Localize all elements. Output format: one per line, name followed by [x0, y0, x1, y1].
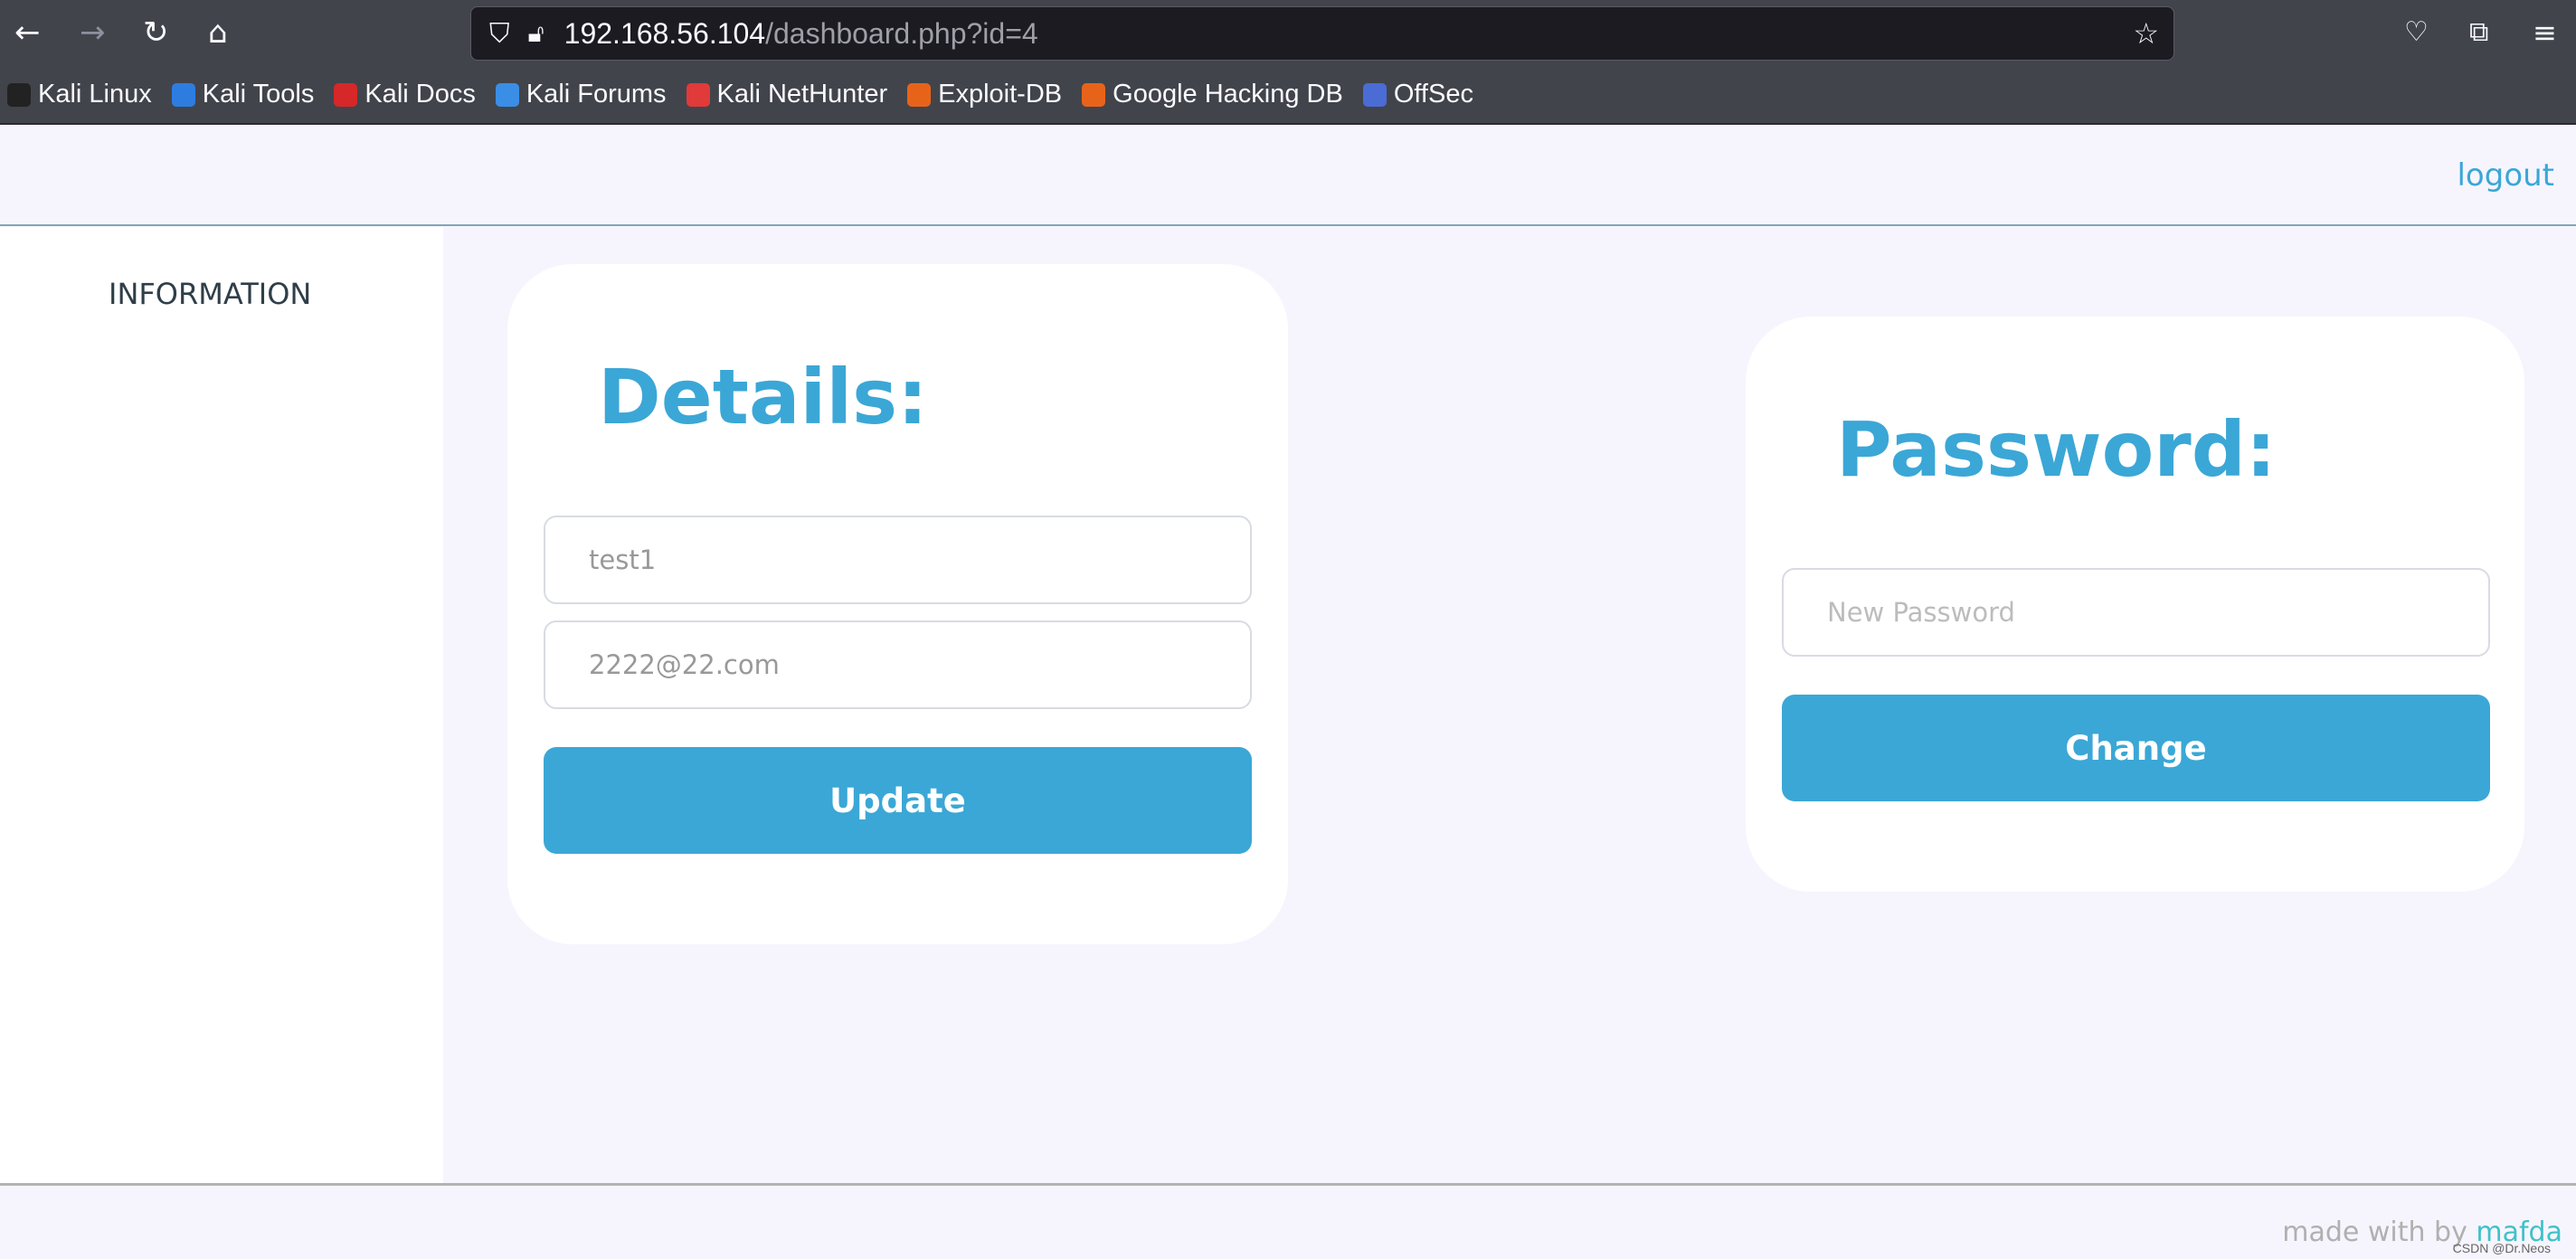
bookmark-item[interactable]: Google Hacking DB [1082, 80, 1343, 109]
bookmark-star-icon[interactable]: ☆ [2133, 16, 2159, 51]
back-icon[interactable]: ← [14, 16, 41, 49]
sidebar: INFORMATION [0, 227, 443, 1184]
new-password-input[interactable] [1782, 568, 2490, 657]
footer-text: made with by [2282, 1216, 2477, 1248]
bookmark-favicon-icon [1082, 82, 1106, 107]
password-title: Password: [1836, 405, 2277, 494]
url-bar[interactable]: ⛉ 🔓︎ 192.168.56.104/dashboard.php?id=4 ☆ [470, 6, 2174, 61]
email-input[interactable] [544, 620, 1252, 709]
page-header: logout [0, 125, 2576, 226]
bookmark-label: OffSec [1393, 80, 1473, 109]
bookmark-item[interactable]: Kali Docs [334, 80, 476, 109]
bookmark-favicon-icon [495, 82, 519, 107]
bookmark-item[interactable]: Exploit-DB [907, 80, 1062, 109]
bookmark-item[interactable]: Kali Forums [495, 80, 667, 109]
bookmark-favicon-icon [334, 82, 358, 107]
footer-divider [0, 1183, 2576, 1186]
bookmark-label: Exploit-DB [938, 80, 1063, 109]
bookmark-item[interactable]: Kali NetHunter [686, 80, 888, 109]
watermark: CSDN @Dr.Neos [2452, 1241, 2551, 1255]
bookmark-favicon-icon [686, 82, 710, 107]
home-icon[interactable]: ⌂ [208, 16, 228, 49]
extensions-icon[interactable]: ⧉ [2469, 16, 2488, 49]
bookmark-label: Kali Docs [365, 80, 476, 109]
bookmark-favicon-icon [1362, 82, 1387, 107]
logout-link[interactable]: logout [2457, 157, 2554, 194]
menu-icon[interactable]: ≡ [2533, 16, 2557, 49]
update-button[interactable]: Update [544, 747, 1252, 854]
bookmark-label: Kali Tools [202, 80, 315, 109]
details-card: Details: Update [507, 264, 1288, 944]
reload-icon[interactable]: ↻ [143, 16, 169, 49]
bookmark-favicon-icon [171, 82, 195, 107]
bookmark-item[interactable]: Kali Tools [171, 80, 315, 109]
bookmark-label: Google Hacking DB [1113, 80, 1343, 109]
bookmark-label: Kali Linux [38, 80, 152, 109]
url-path: /dashboard.php?id=4 [765, 16, 1038, 50]
browser-toolbar: ← → ↻ ⌂ ⛉ 🔓︎ 192.168.56.104/dashboard.ph… [0, 0, 2576, 66]
bookmark-label: Kali NetHunter [716, 80, 888, 109]
name-input[interactable] [544, 516, 1252, 604]
url-host: 192.168.56.104 [564, 16, 766, 50]
shield-icon[interactable]: ⛉ [489, 18, 510, 50]
bookmarks-bar: Kali Linux Kali Tools Kali Docs Kali Forums… [0, 66, 2576, 125]
bookmark-label: Kali Forums [526, 80, 667, 109]
bookmark-favicon-icon [907, 82, 932, 107]
bookmark-favicon-icon [7, 82, 31, 107]
insecure-lock-icon[interactable]: 🔓︎ [528, 18, 545, 49]
pocket-icon[interactable]: ♡ [2404, 16, 2429, 49]
sidebar-item-information[interactable]: INFORMATION [109, 277, 311, 311]
forward-icon[interactable]: → [80, 16, 106, 49]
password-card: Password: Change [1746, 317, 2524, 892]
details-title: Details: [598, 353, 928, 441]
change-button[interactable]: Change [1782, 695, 2490, 801]
bookmark-item[interactable]: OffSec [1362, 80, 1473, 109]
bookmark-item[interactable]: Kali Linux [7, 80, 152, 109]
